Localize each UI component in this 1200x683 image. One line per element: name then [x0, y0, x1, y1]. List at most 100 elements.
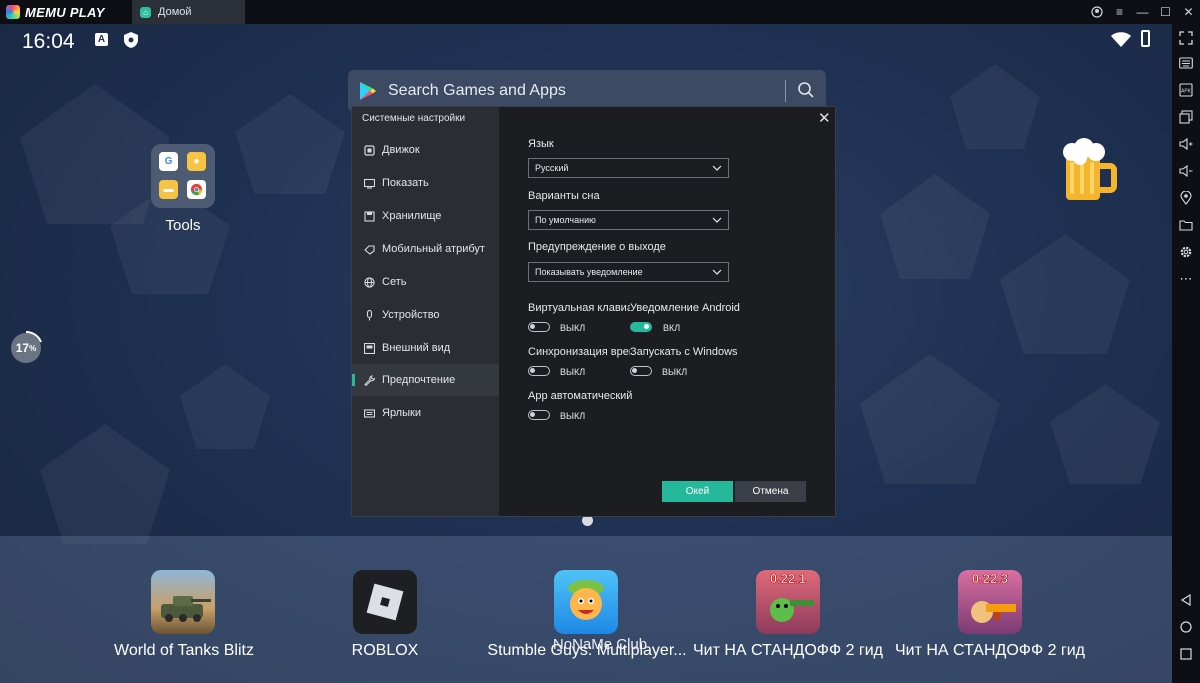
folder-icon[interactable] [1176, 215, 1196, 235]
menu-icon[interactable]: ≡ [1108, 0, 1131, 24]
toggle-knob [530, 412, 535, 417]
time-sync-state: ВЫКЛ [560, 367, 586, 377]
window-controls: ≡ — ☐ ✕ [1085, 0, 1200, 24]
nav-display[interactable]: Показать [352, 167, 499, 199]
more-options-icon[interactable]: ⋯ [1176, 269, 1196, 289]
toggle-knob [530, 324, 535, 329]
progress-unit: % [29, 343, 37, 353]
location-icon[interactable] [1176, 188, 1196, 208]
storage-icon [363, 210, 375, 222]
dock-app-label: Чит НА СТАНДОФФ 2 гид [692, 642, 884, 659]
bg-shape [40, 424, 170, 544]
folder-label: Tools [165, 217, 201, 234]
watermark: NoNaMe Club [552, 636, 648, 653]
nav-label: Устройство [382, 309, 440, 321]
tab-home[interactable]: ⌂ Домой [132, 0, 245, 24]
files-icon: ▬ [159, 180, 178, 199]
tools-folder[interactable]: G ● ▬ [151, 144, 215, 208]
back-icon[interactable] [1176, 590, 1196, 610]
app-stumble-guys[interactable]: Stumble Guys: Multiplayer... [487, 570, 687, 680]
nav-appearance[interactable]: Внешний вид [352, 332, 499, 364]
chrome-icon [187, 180, 206, 199]
wrench-icon [363, 374, 375, 386]
toggle-knob [530, 368, 535, 373]
stumble-guys-icon [554, 570, 618, 634]
nav-label: Ярлыки [382, 407, 421, 419]
mobile-icon [363, 243, 375, 255]
recent-apps-icon[interactable] [1176, 644, 1196, 664]
nav-preferences[interactable]: Предпочтение [352, 364, 499, 396]
bg-shape [180, 364, 270, 449]
app-standoff-cheat-2[interactable]: 0.22.3 Чит НА СТАНДОФФ 2 гид [890, 570, 1090, 680]
android-notification-state: ВКЛ [663, 323, 681, 333]
settings-gear-icon[interactable] [1176, 242, 1196, 262]
keyboard-mapping-icon[interactable] [1176, 53, 1196, 73]
toggle-knob [644, 324, 649, 329]
cancel-button[interactable]: Отмена [735, 481, 806, 502]
fullscreen-icon[interactable] [1176, 28, 1196, 48]
globe-icon [363, 276, 375, 288]
dock-app-label: World of Tanks Blitz [114, 642, 254, 659]
search-icon[interactable] [797, 81, 815, 99]
account-icon[interactable] [1085, 0, 1108, 24]
emulator-toolbar: APK ⋯ [1172, 24, 1200, 683]
minimize-icon[interactable]: — [1131, 0, 1154, 24]
language-label: Язык [528, 138, 554, 150]
sleep-select[interactable]: По умолчанию [528, 210, 729, 230]
nav-label: Показать [382, 177, 429, 189]
apk-install-icon[interactable]: APK [1176, 80, 1196, 100]
android-notification-label: Уведомление Android [630, 302, 740, 314]
volume-up-icon[interactable] [1176, 134, 1196, 154]
app-standoff-cheat-1[interactable]: 0.22.1 Чит НА СТАНДОФФ 2 гид [688, 570, 888, 680]
home-icon[interactable] [1176, 617, 1196, 637]
start-with-windows-label: Запускать с Windows [630, 346, 738, 358]
maximize-icon[interactable]: ☐ [1154, 0, 1177, 24]
bg-shape [235, 94, 345, 194]
android-status-bar: 16:04 A [0, 24, 1172, 58]
nav-shortcuts[interactable]: Ярлыки [352, 397, 499, 429]
settings-nav: Системные настройки Движок Показать Хран… [352, 107, 499, 516]
start-with-windows-toggle[interactable] [630, 366, 652, 376]
world-of-tanks-icon [151, 570, 215, 634]
language-select[interactable]: Русский [528, 158, 729, 178]
exit-warning-label: Предупреждение о выходе [528, 241, 666, 253]
nav-storage[interactable]: Хранилище [352, 200, 499, 232]
virtual-keyboard-toggle[interactable] [528, 322, 550, 332]
time-sync-toggle[interactable] [528, 366, 550, 376]
standoff-icon: 0.22.3 [958, 570, 1022, 634]
exit-warning-select[interactable]: Показывать уведомление [528, 262, 729, 282]
app-auto-toggle[interactable] [528, 410, 550, 420]
bg-shape [860, 354, 1000, 484]
beer-icon[interactable] [1060, 136, 1118, 204]
android-screen: 16:04 A Search Games and Apps G ● ▬ Tool… [0, 24, 1172, 683]
play-store-icon [360, 82, 376, 100]
progress-number: 17 [15, 341, 30, 355]
android-notification-toggle[interactable] [630, 322, 652, 332]
dock-app-label: ROBLOX [351, 642, 419, 659]
multi-window-icon[interactable] [1176, 107, 1196, 127]
ok-button[interactable]: Окей [662, 481, 733, 502]
shield-icon [124, 32, 138, 48]
virtual-keyboard-state: ВЫКЛ [560, 323, 586, 333]
tab-home-label: Домой [158, 6, 192, 18]
app-roblox[interactable]: ROBLOX [285, 570, 485, 680]
app-world-of-tanks[interactable]: World of Tanks Blitz [84, 570, 284, 680]
dialog-close-icon[interactable]: ✕ [818, 111, 831, 126]
language-value: Русский [535, 163, 569, 173]
nav-label: Предпочтение [382, 374, 456, 386]
nav-mobile-attribute[interactable]: Мобильный атрибут [352, 233, 499, 265]
dock-app-label: Чит НА СТАНДОФФ 2 гид [894, 642, 1086, 659]
exit-warning-value: Показывать уведомление [535, 267, 643, 277]
volume-down-icon[interactable] [1176, 161, 1196, 181]
nav-network[interactable]: Сеть [352, 266, 499, 298]
nav-device[interactable]: Устройство [352, 299, 499, 331]
wifi-icon [1111, 32, 1131, 47]
app-dock: World of Tanks Blitz ROBLOX Stumble Guys… [0, 536, 1172, 683]
sleep-label: Варианты сна [528, 190, 600, 202]
nav-engine[interactable]: Движок [352, 134, 499, 166]
title-bar: MEMU PLAY ⌂ Домой ≡ — ☐ ✕ [0, 0, 1200, 24]
close-window-icon[interactable]: ✕ [1177, 0, 1200, 24]
toggle-knob [632, 368, 637, 373]
app-auto-label: App автоматический [528, 390, 633, 402]
search-placeholder: Search Games and Apps [388, 82, 566, 99]
